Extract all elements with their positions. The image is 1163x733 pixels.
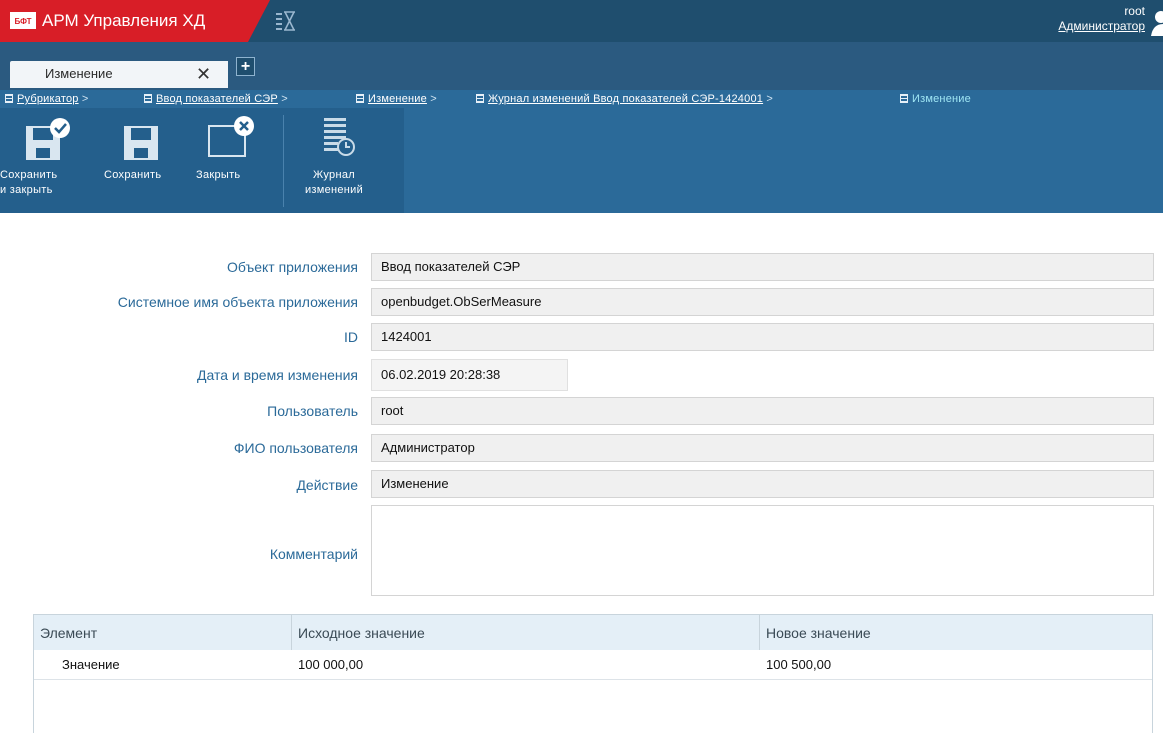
user-field[interactable]: root	[371, 397, 1154, 425]
close-window-icon	[208, 116, 254, 157]
change-journal-button[interactable]: Журнал изменений	[292, 110, 388, 210]
system-name-label: Системное имя объекта приложения	[117, 294, 358, 310]
tab-change-label: Изменение	[45, 66, 113, 81]
save-icon	[124, 126, 158, 160]
table-header	[34, 615, 1152, 650]
breadcrumb-item-rubricator[interactable]: Рубрикатор >	[5, 92, 89, 106]
save-label: Сохранить	[104, 169, 162, 181]
column-header-new-value[interactable]: Новое значение	[766, 625, 871, 641]
user-role-link[interactable]: Администратор	[1058, 19, 1145, 33]
save-and-close-icon	[26, 118, 70, 160]
cell-element: Значение	[62, 657, 120, 672]
action-label: Действие	[296, 477, 358, 493]
id-label: ID	[344, 329, 358, 345]
hourglass-icon[interactable]	[275, 10, 297, 32]
column-divider[interactable]	[291, 615, 292, 650]
cell-old-value: 100 000,00	[298, 657, 364, 672]
comment-label: Комментарий	[269, 546, 358, 562]
user-label: Пользователь	[267, 403, 358, 419]
user-fullname-label: ФИО пользователя	[233, 440, 358, 456]
column-divider[interactable]	[759, 615, 760, 650]
user-login: root	[1124, 4, 1145, 18]
table-row[interactable]	[34, 650, 1152, 680]
breadcrumb-item-current: Изменение	[900, 92, 971, 106]
document-icon	[144, 94, 152, 103]
cell-new-value: 100 500,00	[766, 657, 832, 672]
list-icon	[5, 94, 13, 103]
change-journal-label-1: Журнал	[313, 169, 355, 181]
column-header-element[interactable]: Элемент	[40, 625, 97, 641]
save-and-close-button[interactable]: Сохранить и закрыть	[0, 110, 78, 210]
change-journal-label-2: изменений	[304, 184, 364, 196]
save-button[interactable]: Сохранить	[100, 110, 185, 210]
list-icon	[356, 94, 364, 103]
comment-textarea[interactable]	[371, 505, 1154, 596]
close-button[interactable]: Закрыть	[190, 110, 270, 210]
journal-icon	[324, 118, 355, 156]
breadcrumb-item-change[interactable]: Изменение >	[356, 92, 437, 106]
system-name-field[interactable]: openbudget.ObSerMeasure	[371, 288, 1154, 316]
add-tab-button[interactable]: +	[236, 57, 255, 76]
changed-at-label: Дата и время изменения	[196, 367, 358, 383]
app-title[interactable]: АРМ Управления ХД	[42, 11, 205, 31]
close-label: Закрыть	[196, 169, 241, 181]
save-and-close-label-1: Сохранить	[0, 169, 58, 181]
app-object-field[interactable]: Ввод показателей СЭР	[371, 253, 1154, 281]
id-field[interactable]: 1424001	[371, 323, 1154, 351]
save-and-close-label-2: и закрыть	[0, 184, 53, 196]
changed-at-field[interactable]: 06.02.2019 20:28:38	[371, 359, 568, 391]
user-avatar-icon[interactable]	[1151, 10, 1163, 36]
user-fullname-field[interactable]: Администратор	[371, 434, 1154, 462]
toolbar-divider	[283, 115, 284, 207]
app-object-label: Объект приложения	[227, 259, 358, 275]
breadcrumb-item-ser-input[interactable]: Ввод показателей СЭР >	[144, 92, 288, 106]
breadcrumb-item-journal[interactable]: Журнал изменений Ввод показателей СЭР-14…	[476, 92, 773, 106]
column-header-old-value[interactable]: Исходное значение	[298, 625, 425, 641]
action-field[interactable]: Изменение	[371, 470, 1154, 498]
document-icon	[476, 94, 484, 103]
list-icon	[900, 94, 908, 103]
app-logo: БФТ	[10, 12, 36, 29]
tab-close-icon[interactable]: ✕	[196, 62, 211, 86]
